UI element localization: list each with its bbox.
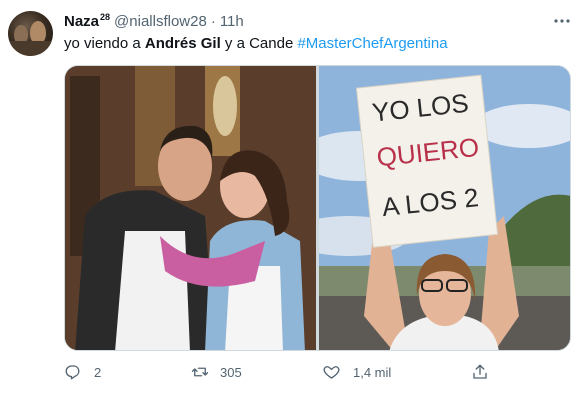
avatar[interactable] [8, 11, 53, 56]
photo-couple-embracing[interactable] [65, 66, 316, 350]
reply-button[interactable]: 2 [64, 362, 101, 382]
tweet-header: Naza28 @niallsflow28 · 11h [64, 12, 244, 32]
hashtag-link[interactable]: #MasterChefArgentina [297, 35, 447, 52]
media-grid: YO LOS QUIERO A LOS 2 [64, 65, 571, 351]
photo-woman-holding-sign[interactable]: YO LOS QUIERO A LOS 2 [319, 66, 570, 350]
retweet-icon [191, 367, 209, 377]
display-name[interactable]: Naza28 [64, 12, 110, 30]
share-button[interactable] [471, 362, 489, 382]
heart-icon [323, 366, 340, 379]
bold-mention: Andrés Gil [144, 35, 221, 52]
separator-dot: · [210, 13, 216, 30]
retweet-button[interactable]: 305 [190, 362, 242, 382]
retweet-count: 305 [220, 364, 242, 380]
tweet[interactable]: Naza28 @niallsflow28 · 11h yo viendo a A… [0, 0, 586, 400]
tweet-timestamp[interactable]: 11h [220, 13, 244, 30]
like-count: 1,4 mil [353, 364, 392, 380]
tweet-text: yo viendo a Andrés Gil y a Cande #Master… [64, 35, 448, 52]
share-icon [473, 364, 487, 379]
more-icon[interactable] [552, 12, 572, 30]
reply-count: 2 [94, 364, 102, 380]
like-button[interactable]: 1,4 mil [322, 362, 391, 382]
user-handle[interactable]: @niallsflow28 [114, 13, 207, 30]
reply-icon [65, 365, 80, 380]
name-suffix: 28 [100, 12, 111, 22]
